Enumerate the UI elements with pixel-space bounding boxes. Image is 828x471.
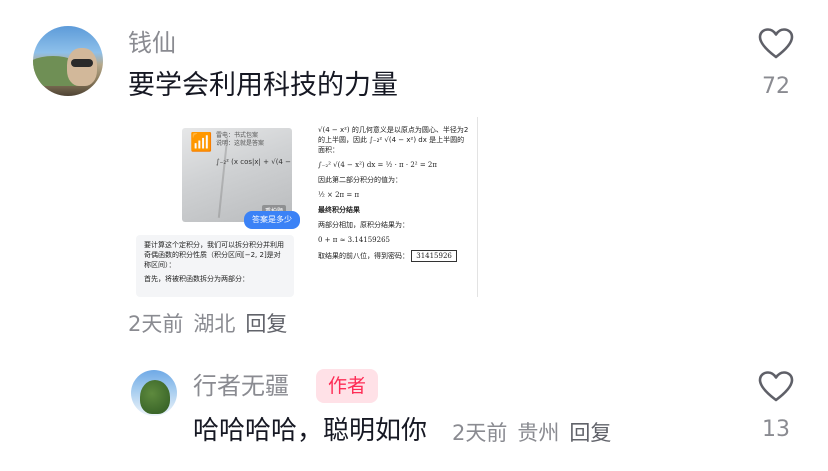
reply-button[interactable]: 回复 [569, 418, 611, 448]
comment-location: 湖北 [193, 312, 236, 336]
comment-time: 2天前 [452, 421, 508, 445]
photo-formula: ∫₋₂² (x cos|x| + √(4 − x²)) dx [216, 158, 292, 166]
answer-paragraph: 首先，将被积函数拆分为两部分： [144, 275, 249, 283]
solution-formula: ∫₋₂² √(4 − x²) dx = ½ · π · 2² = 2π [318, 161, 437, 169]
solution-line: 取结果的前八位，得到密码： 31415926 [318, 250, 469, 262]
question-photo: 📶 雷电：书式包案 说明：这就是答案 ∫₋₂² (x cos|x| + √(4 … [182, 128, 292, 222]
comment-username[interactable]: 钱仙 [128, 28, 176, 58]
like-count: 13 [762, 417, 790, 442]
paper-fold [217, 138, 229, 218]
avatar-face [67, 48, 97, 86]
wifi-icon: 📶 [190, 132, 213, 153]
screenshot-right: √(4 − x²) 的几何意义是以原点为圆心、半径为2的上半圆，因此 ∫₋₂² … [310, 117, 478, 297]
comment-text: 要学会利用科技的力量 [128, 70, 398, 101]
ask-bubble: 答案是多少 [244, 211, 300, 229]
avatar-sunglasses [71, 59, 93, 67]
avatar[interactable] [33, 26, 103, 96]
comment-time: 2天前 [128, 312, 184, 336]
like-count: 72 [762, 74, 790, 99]
solution-line: 因此第二部分积分的值为： [318, 176, 402, 184]
avatar[interactable] [131, 370, 177, 416]
solution-formula: ½ × 2π = π [318, 191, 360, 199]
solution-formula: 0 + π ≈ 3.14159265 [318, 236, 390, 244]
comment-text: 哈哈哈哈，聪明如你 [193, 416, 428, 446]
answer-card: 要计算这个定积分，我们可以拆分积分并利用奇偶函数的积分性质（积分区间[−2, 2… [136, 235, 294, 297]
comment-image-attachment[interactable]: 📶 雷电：书式包案 说明：这就是答案 ∫₋₂² (x cos|x| + √(4 … [128, 117, 478, 297]
solution-line: 两部分相加，原积分结果为： [318, 221, 409, 229]
comment-meta: 2天前 贵州 回复 [452, 418, 611, 448]
solution-heading: 最终积分结果 [318, 206, 360, 214]
heart-outline-icon[interactable] [758, 371, 794, 403]
comment-username[interactable]: 行者无疆 [193, 371, 289, 401]
author-badge: 作者 [316, 369, 379, 403]
reply-button[interactable]: 回复 [245, 309, 287, 339]
answer-paragraph: 要计算这个定积分，我们可以拆分积分并利用奇偶函数的积分性质（积分区间[−2, 2… [144, 241, 284, 269]
solution-line: √(4 − x²) 的几何意义是以原点为圆心、半径为2的上半圆，因此 ∫₋₂² … [318, 126, 469, 154]
comment-meta: 2天前 湖北 回复 [128, 309, 287, 339]
photo-note: 雷电：书式包案 说明：这就是答案 [216, 132, 265, 147]
screenshot-left: 📶 雷电：书式包案 说明：这就是答案 ∫₋₂² (x cos|x| + √(4 … [132, 117, 300, 297]
heart-outline-icon[interactable] [758, 28, 794, 60]
comment-location: 贵州 [517, 421, 560, 445]
password-code: 31415926 [411, 250, 457, 262]
avatar-tree [140, 380, 170, 414]
solution-text: 取结果的前八位，得到密码： [318, 252, 409, 260]
